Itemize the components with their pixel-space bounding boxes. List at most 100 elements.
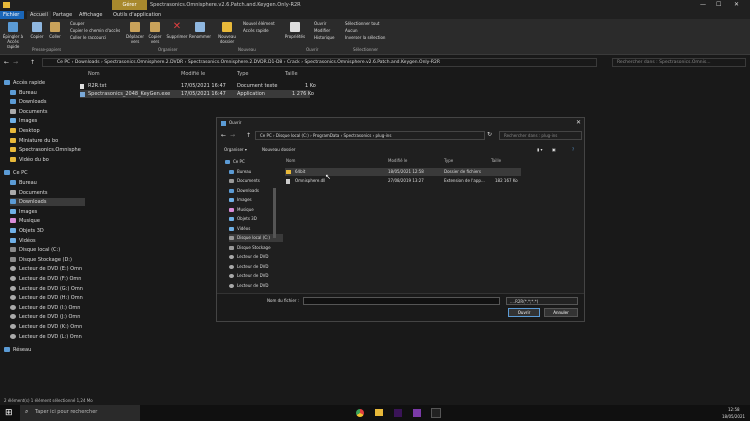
sidebar-item[interactable]: Images xyxy=(10,208,37,216)
rename-icon[interactable] xyxy=(195,22,205,32)
rename-label[interactable]: Renommer xyxy=(188,34,212,39)
sidebar-item[interactable]: Lecteur de DVD (L:) Omn xyxy=(10,333,82,341)
tab-share[interactable]: Partage xyxy=(50,11,75,19)
sidebar-item[interactable]: Vidéo du bo xyxy=(10,156,49,164)
dialog-close-button[interactable]: ✕ xyxy=(576,119,581,126)
new-folder-button[interactable]: Nouveau dossier xyxy=(262,147,295,152)
dialog-nav-item[interactable]: Documents xyxy=(229,177,260,185)
manage-tab-highlight[interactable]: Gérer xyxy=(112,0,147,10)
delete-icon[interactable]: ✕ xyxy=(172,22,182,32)
copy-path-button[interactable]: Copier le chemin d'accès xyxy=(70,28,120,33)
sidebar-item[interactable]: Lecteur de DVD (I:) Omn xyxy=(10,304,80,312)
dialog-column-name[interactable]: Nom xyxy=(286,158,295,163)
delete-label[interactable]: Supprimer xyxy=(164,34,190,39)
sidebar-item[interactable]: Musique xyxy=(10,217,40,225)
sidebar-item[interactable]: Lecteur de DVD (J:) Omn xyxy=(10,313,80,321)
sidebar-item[interactable]: Lecteur de DVD (H:) Omn xyxy=(10,294,83,302)
select-all-button[interactable]: Sélectionner tout xyxy=(345,21,379,26)
sidebar-item[interactable]: Miniature du bo xyxy=(10,137,58,145)
open-button[interactable]: Ouvrir xyxy=(314,21,326,26)
sidebar-item[interactable]: Bureau xyxy=(10,89,37,97)
dialog-column-size[interactable]: Taille xyxy=(491,158,501,163)
sidebar-item[interactable]: Lecteur de DVD (K:) Omn xyxy=(10,323,82,331)
file-type-filter[interactable]: ....R2R(*.*;*.*) xyxy=(506,297,578,305)
paste-icon[interactable] xyxy=(50,22,60,32)
dialog-nav-item[interactable]: Vidéos xyxy=(229,225,250,233)
help-icon[interactable]: ? xyxy=(572,147,574,152)
copy-icon[interactable] xyxy=(32,22,42,32)
back-arrow-icon[interactable]: ← xyxy=(4,59,9,66)
properties-icon[interactable] xyxy=(290,22,300,32)
cancel-button[interactable]: Annuler xyxy=(544,308,578,317)
dialog-nav-item[interactable]: Downloads xyxy=(229,187,259,195)
sidebar-item[interactable]: Réseau xyxy=(4,346,31,354)
sidebar-item[interactable]: Vidéos xyxy=(10,237,36,245)
dialog-column-type[interactable]: Type xyxy=(444,158,453,163)
pin-button-label[interactable]: Épingler à Accès rapide xyxy=(2,34,24,49)
column-size[interactable]: Taille xyxy=(285,71,298,77)
dialog-nav-item[interactable]: Lecteur de DVD xyxy=(229,282,268,290)
paste-shortcut-button[interactable]: Coller le raccourci xyxy=(70,35,106,40)
explorer-icon[interactable] xyxy=(375,409,383,416)
dialog-nav-item[interactable]: Objets 3D xyxy=(229,215,257,223)
sidebar-item[interactable]: Bureau xyxy=(10,179,37,187)
column-date[interactable]: Modifié le xyxy=(181,71,205,77)
tab-app-tools[interactable]: Outils d'application xyxy=(110,11,164,19)
search-box[interactable]: Rechercher dans : Spectrasonics.Omnis... xyxy=(612,58,746,67)
dialog-row[interactable]: 64bit 18/05/2021 12:58 Dossier de fichie… xyxy=(285,168,521,176)
sidebar-item[interactable]: Downloads xyxy=(10,198,85,207)
table-row[interactable]: R2R.txt 17/05/2021 16:47 Document texte … xyxy=(80,82,316,90)
sidebar-item[interactable]: Objets 3D xyxy=(10,227,44,235)
paste-button-label[interactable]: Coller xyxy=(46,34,64,39)
maximize-button[interactable]: ☐ xyxy=(716,1,721,8)
sidebar-item[interactable]: Disque Stockage (D:) xyxy=(10,256,72,264)
dialog-nav-item[interactable]: Lecteur de DVD xyxy=(229,272,268,280)
cut-button[interactable]: Couper xyxy=(70,21,84,26)
sidebar-item[interactable]: Lecteur de DVD (G:) Omn xyxy=(10,285,83,293)
dialog-nav-scrollbar[interactable] xyxy=(273,188,276,238)
sidebar-item[interactable]: Documents xyxy=(10,108,48,116)
sidebar-item[interactable]: Lecteur de DVD (E:) Omn xyxy=(10,265,82,273)
sidebar-item[interactable]: Documents xyxy=(10,189,48,197)
copy-to-icon[interactable] xyxy=(150,22,160,32)
column-type[interactable]: Type xyxy=(237,71,248,77)
invert-selection-button[interactable]: Inverser la sélection xyxy=(345,35,385,40)
column-name[interactable]: Nom xyxy=(88,71,100,77)
copy-button-label[interactable]: Copier xyxy=(28,34,46,39)
sidebar-item[interactable]: Accès rapide xyxy=(4,79,45,87)
sidebar-item[interactable]: Disque local (C:) xyxy=(10,246,60,254)
up-arrow-icon[interactable]: ↑ xyxy=(30,59,35,66)
sidebar-item[interactable]: Images xyxy=(10,117,37,125)
tab-view[interactable]: Affichage xyxy=(76,11,106,19)
dialog-nav-item[interactable]: Disque Stockage xyxy=(229,244,271,252)
dialog-search-box[interactable]: Rechercher dans : plug-ins xyxy=(499,131,582,140)
dialog-refresh-icon[interactable]: ↻ xyxy=(487,131,492,138)
sidebar-item[interactable]: Lecteur de DVD (F:) Omn xyxy=(10,275,81,283)
sidebar-item[interactable]: Ce PC xyxy=(4,169,28,177)
select-none-button[interactable]: Aucun xyxy=(345,28,358,33)
filename-field[interactable] xyxy=(303,297,500,305)
minimize-button[interactable]: — xyxy=(700,1,706,8)
new-folder-label[interactable]: Nouveau dossier xyxy=(214,34,240,44)
move-to-label[interactable]: Déplacer vers xyxy=(124,34,146,44)
premiere-icon[interactable] xyxy=(394,409,402,417)
dialog-up-icon[interactable]: ↑ xyxy=(246,132,251,139)
new-item-button[interactable]: Nouvel élément xyxy=(243,21,275,26)
tab-home[interactable]: Accueil xyxy=(27,11,51,19)
dialog-nav-item[interactable]: Ce PC xyxy=(225,158,245,166)
dialog-column-date[interactable]: Modifié le xyxy=(388,158,407,163)
forward-arrow-icon[interactable]: → xyxy=(13,59,18,66)
dialog-forward-icon[interactable]: → xyxy=(230,132,235,139)
dialog-nav-item[interactable]: Lecteur de DVD xyxy=(229,263,268,271)
view-options-icon[interactable]: ▮ ▾ xyxy=(537,147,542,152)
properties-label[interactable]: Propriétés xyxy=(283,34,307,39)
open-button[interactable]: Ouvrir xyxy=(508,308,540,317)
sidebar-item[interactable]: Spectrasonics.Omnisphe xyxy=(10,146,81,154)
easy-access-button[interactable]: Accès rapide xyxy=(243,28,269,33)
dialog-nav-item[interactable]: Lecteur de DVD xyxy=(229,253,268,261)
address-bar[interactable]: Ce PC › Downloads › Spectrasonics.Omnisp… xyxy=(42,58,597,67)
dialog-nav-item[interactable]: Musique xyxy=(229,206,254,214)
dialog-nav-item[interactable]: Images xyxy=(229,196,252,204)
dialog-nav-item[interactable]: Bureau xyxy=(229,168,251,176)
close-button[interactable]: ✕ xyxy=(734,1,739,8)
